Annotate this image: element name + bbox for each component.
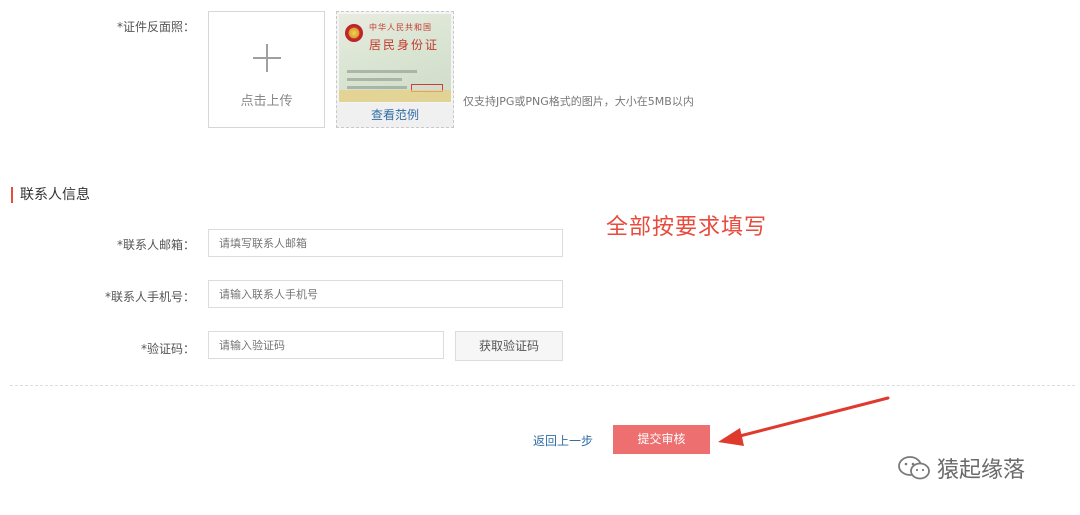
phone-label: *联系人手机号： [104, 290, 195, 304]
watermark-text: 猿起缘落 [937, 458, 1026, 483]
upload-button[interactable]: 点击上传 [208, 11, 325, 128]
submit-review-button[interactable]: 提交审核 [613, 425, 710, 454]
view-sample-link[interactable]: 查看范例 [337, 103, 453, 127]
annotation-text: 全部按要求填写 [606, 215, 768, 240]
annotation-arrow-icon [718, 396, 890, 446]
email-label: *联系人邮箱： [116, 238, 195, 252]
verification-code-field[interactable] [208, 331, 444, 359]
code-label: *验证码： [140, 342, 195, 356]
phone-field[interactable] [208, 280, 563, 308]
id-back-label: *证件反面照： [116, 20, 195, 34]
national-emblem-icon [345, 24, 363, 42]
id-card-sample-image: 中华人民共和国 居民身份证 [339, 14, 451, 102]
id-card-title-small: 中华人民共和国 [369, 23, 432, 32]
upload-hint: 仅支持JPG或PNG格式的图片，大小在5MB以内 [463, 95, 694, 108]
upload-text: 点击上传 [240, 94, 293, 109]
divider [10, 385, 1075, 386]
watermark: 猿起缘落 [897, 452, 1025, 484]
wechat-icon [898, 456, 930, 480]
id-card-title-large: 居民身份证 [369, 38, 440, 52]
email-field[interactable] [208, 229, 563, 257]
get-code-button[interactable]: 获取验证码 [455, 331, 563, 361]
section-title-contact: 联系人信息 [11, 187, 90, 203]
sample-id-card: 中华人民共和国 居民身份证 查看范例 [336, 11, 454, 128]
back-link[interactable]: 返回上一步 [533, 432, 593, 449]
